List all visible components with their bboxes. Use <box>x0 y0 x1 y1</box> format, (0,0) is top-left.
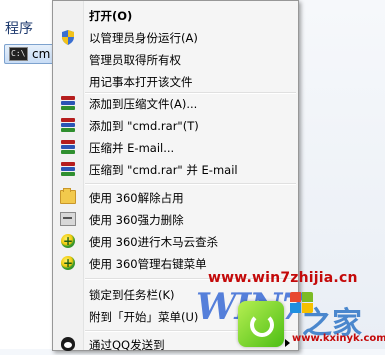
menu-separator <box>85 183 296 185</box>
watermark-url: www.win7zhijia.cn <box>208 270 358 286</box>
winrar-icon <box>60 139 76 155</box>
menu-item-add-to-archive[interactable]: 添加到压缩文件(A)... <box>53 92 298 114</box>
program-item-label: cm <box>32 47 51 61</box>
folder-360-icon <box>60 188 76 205</box>
winrar-icon <box>60 95 76 111</box>
menu-item-label: 附到「开始」菜单(U) <box>89 310 199 324</box>
menu-item-label: 通过QQ发送到 <box>89 338 165 352</box>
menu-item-open-notepad[interactable]: 用记事本打开该文件 <box>53 70 298 92</box>
menu-item-label: 使用 360解除占用 <box>89 191 184 205</box>
program-item-cmd[interactable]: C:\ cm <box>4 44 58 64</box>
menu-item-run-as-admin[interactable]: 以管理员身份运行(A) <box>53 26 298 48</box>
cmd-icon: C:\ <box>9 47 28 61</box>
shredder-icon <box>60 211 76 227</box>
menu-item-label: 压缩到 "cmd.rar" 并 E-mail <box>89 163 238 177</box>
plus-360-icon: + <box>61 256 75 270</box>
menu-item-label: 锁定到任务栏(K) <box>89 288 175 302</box>
menu-item-label: 以管理员身份运行(A) <box>89 31 198 45</box>
programs-header: 程序 <box>5 21 33 37</box>
uac-shield-icon <box>60 29 76 45</box>
menu-item-open[interactable]: 打开(O) <box>53 4 298 26</box>
menu-item-360-trojan-scan[interactable]: + 使用 360进行木马云查杀 <box>53 230 298 252</box>
menu-item-label: 使用 360管理右键菜单 <box>89 257 207 271</box>
menu-item-compress-email[interactable]: 压缩并 E-mail... <box>53 136 298 158</box>
menu-item-take-ownership[interactable]: 管理员取得所有权 <box>53 48 298 70</box>
menu-item-label: 压缩并 E-mail... <box>89 141 175 155</box>
menu-item-360-unlock[interactable]: 使用 360解除占用 <box>53 186 298 208</box>
winrar-icon <box>60 117 76 133</box>
watermark-power-icon <box>238 301 284 347</box>
winrar-icon <box>60 161 76 177</box>
menu-item-label: 添加到 "cmd.rar"(T) <box>89 119 199 133</box>
qq-icon <box>60 336 76 352</box>
menu-item-label: 管理员取得所有权 <box>89 53 181 67</box>
menu-item-label: 使用 360强力删除 <box>89 213 184 227</box>
menu-item-label: 用记事本打开该文件 <box>89 75 193 89</box>
menu-item-add-to-cmd-rar[interactable]: 添加到 "cmd.rar"(T) <box>53 114 298 136</box>
menu-item-label: 使用 360进行木马云查杀 <box>89 235 219 249</box>
menu-item-360-force-delete[interactable]: 使用 360强力删除 <box>53 208 298 230</box>
chevron-right-icon <box>285 339 290 347</box>
plus-360-icon: + <box>61 234 75 248</box>
menu-item-label: 打开(O) <box>89 9 133 23</box>
menu-item-label: 添加到压缩文件(A)... <box>89 97 198 111</box>
menu-item-compress-cmd-rar-email[interactable]: 压缩到 "cmd.rar" 并 E-mail <box>53 158 298 180</box>
watermark-site: www.kxinyk.com <box>292 333 385 344</box>
